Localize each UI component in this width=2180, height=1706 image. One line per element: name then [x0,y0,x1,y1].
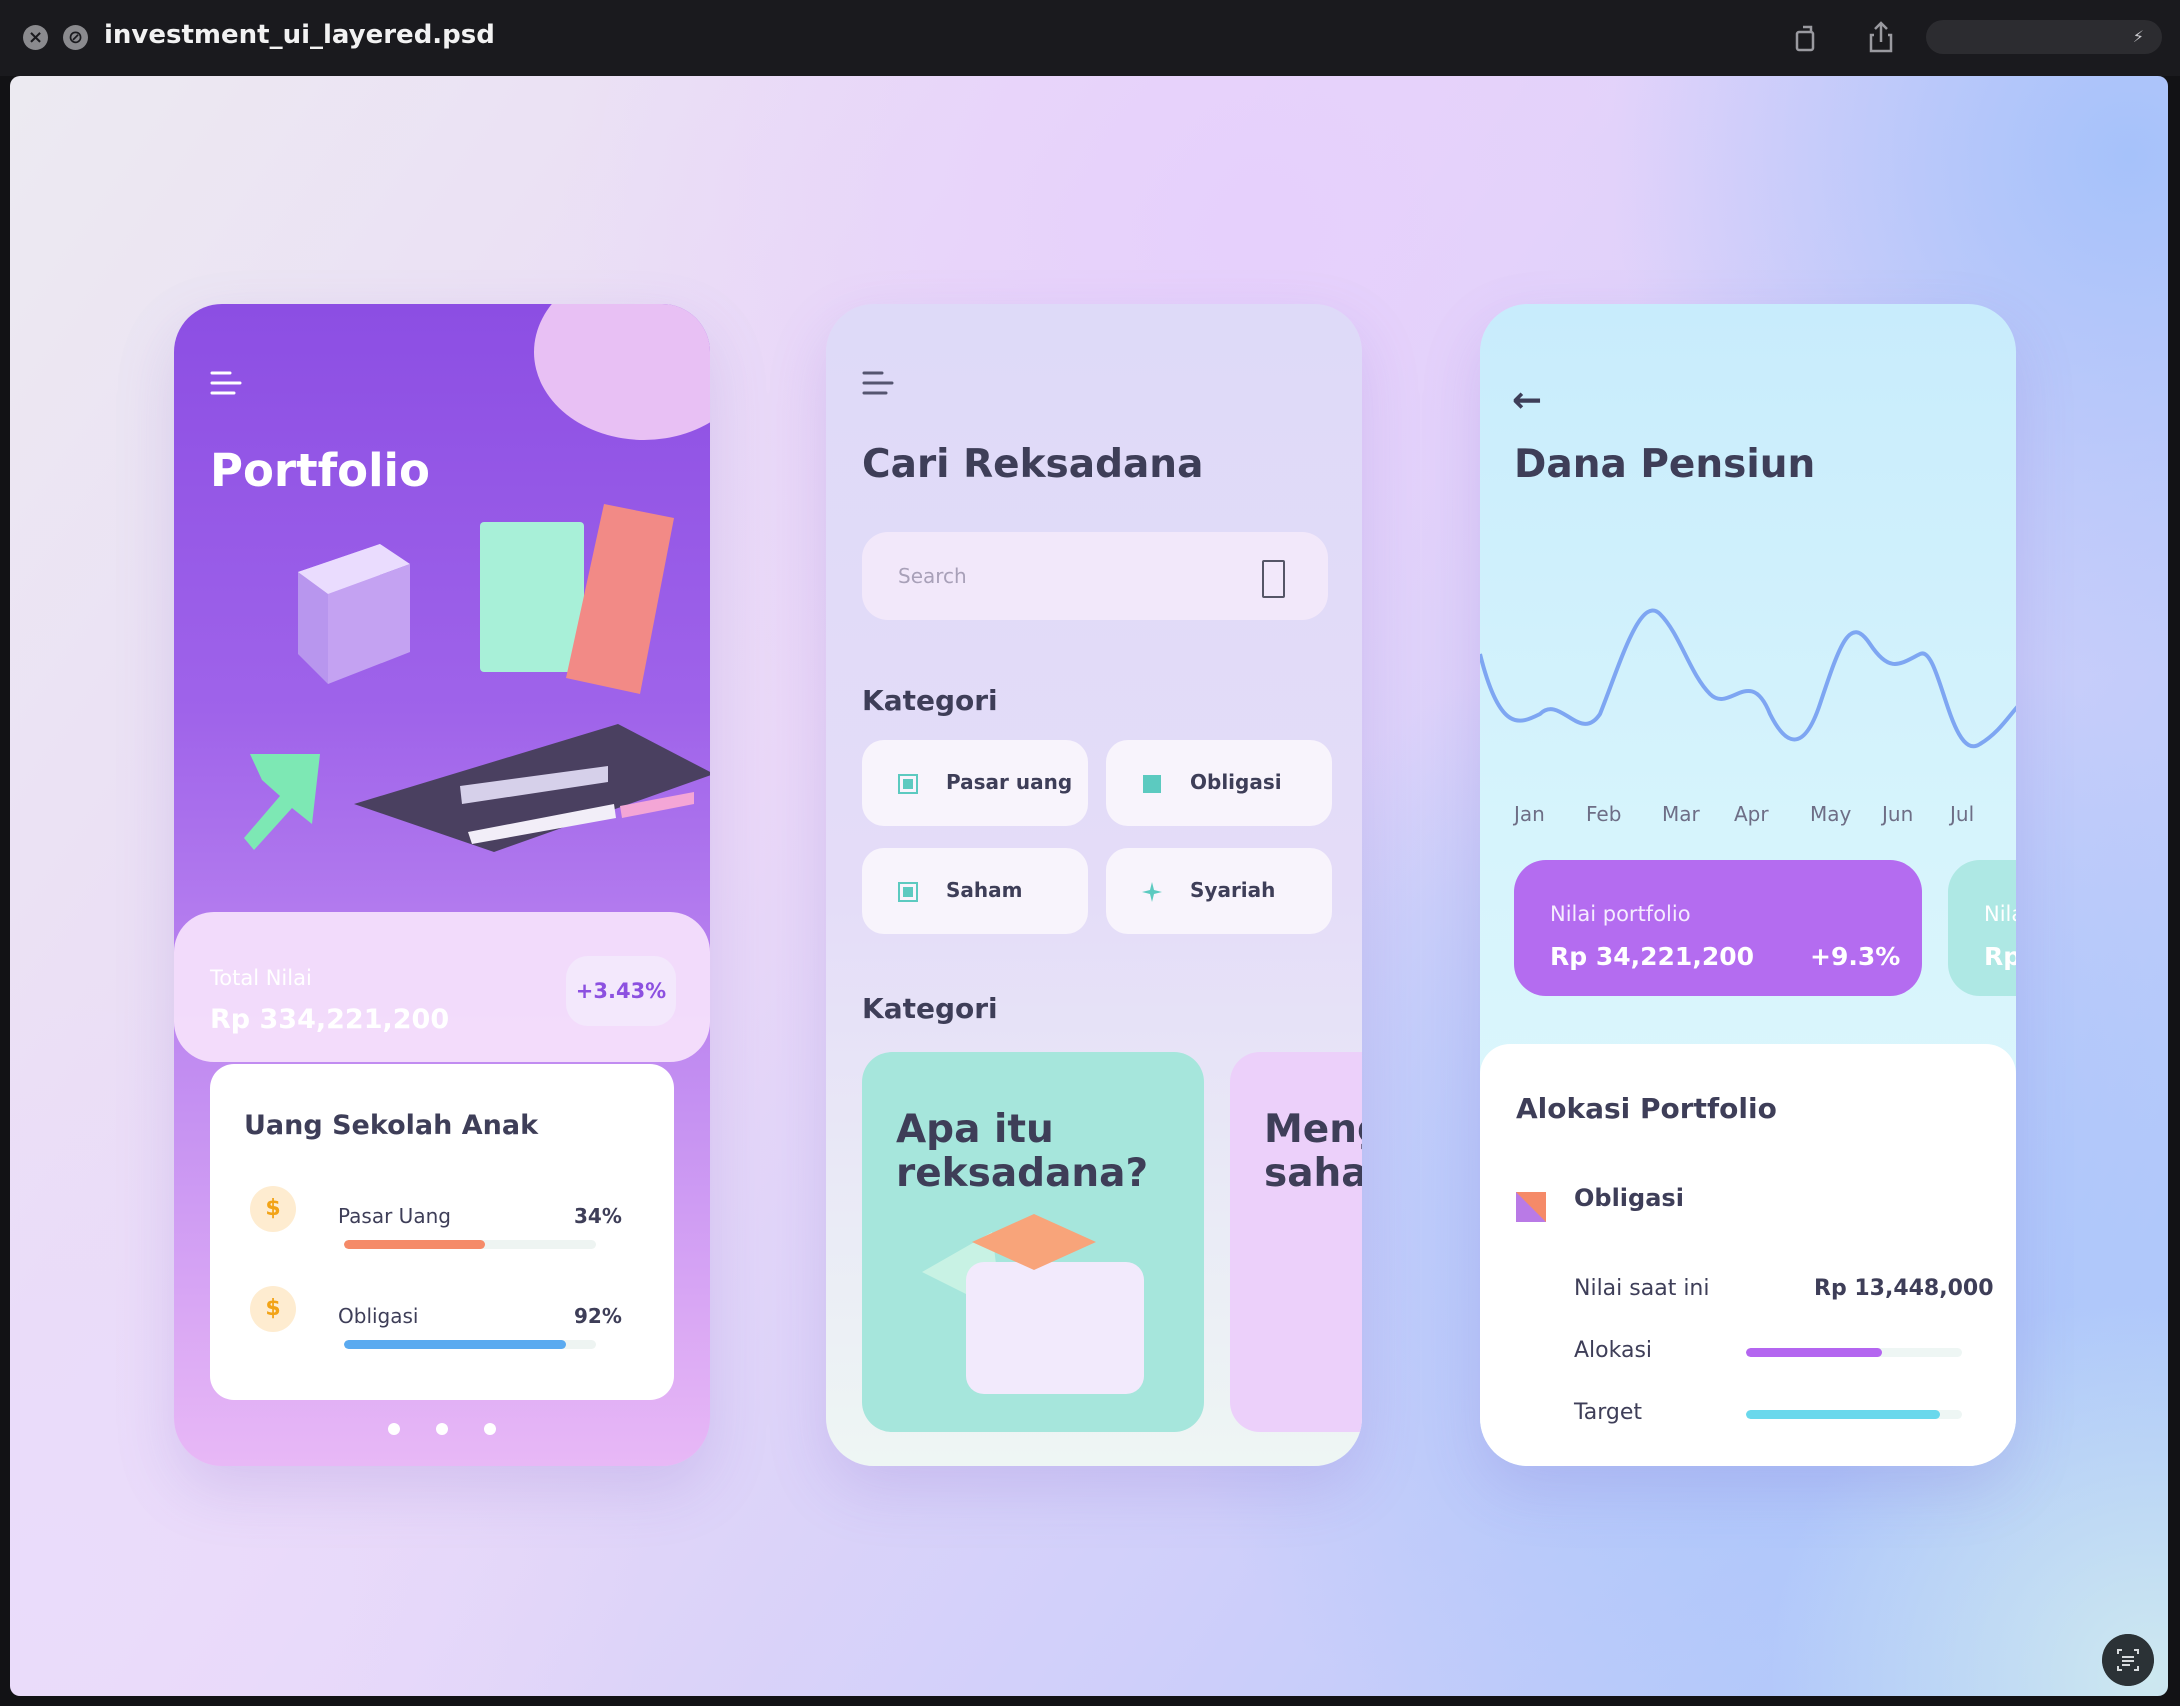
category-chip[interactable]: Obligasi [1106,740,1332,826]
month-label: Mar [1662,802,1700,826]
window-titlebar: × ⊘ investment_ui_layered.psd ⚡ [0,0,2180,76]
article-title: Mengsaha [1264,1107,1362,1196]
current-value-label: Nilai saat ini [1574,1276,1710,1301]
month-label: Jul [1950,802,1975,826]
category-label: Saham [946,878,1023,902]
performance-line-chart [1480,608,2016,749]
category-chip[interactable]: Syariah [1106,848,1332,934]
toolbar-pill[interactable]: ⚡ [1926,20,2162,54]
coin-icon: $ [250,1186,296,1232]
allocation-label: Alokasi [1574,1338,1653,1363]
category-chip[interactable]: Saham [862,848,1088,934]
goal-item-pct: 34% [574,1204,622,1228]
category-heading: Kategori [862,684,998,717]
portfolio-value-card[interactable]: Nilai portfolio Rp 34,221,200 +9.3% [1514,860,1922,996]
goal-card[interactable]: Uang Sekolah Anak $ Pasar Uang 34% $ Obl… [210,1064,674,1400]
allocation-bar [1746,1348,1962,1357]
search-input[interactable]: Search [862,532,1328,620]
window-title: investment_ui_layered.psd [104,20,495,50]
goal-item-pct: 92% [574,1304,622,1328]
asset-name: Obligasi [1574,1184,1684,1212]
square-icon [1143,775,1161,793]
search-icon[interactable] [1262,560,1285,598]
month-label: Feb [1586,802,1622,826]
target-label: Target [1574,1400,1643,1425]
page-title: Dana Pensiun [1514,442,1816,487]
total-value: Rp 334,221,200 [210,1004,450,1035]
envelope-illustration [922,1214,1144,1394]
scan-text-icon[interactable] [2102,1634,2154,1686]
pill-label: ⚡ [2132,27,2144,46]
search-placeholder: Search [898,564,967,588]
page-dot[interactable] [436,1423,448,1435]
canvas: Portfolio Total Nilai Rp 334,221,200 +3.… [10,76,2168,1696]
rotate-icon[interactable] [1785,18,1825,58]
card-label: Nilai portfolio [1550,902,1691,926]
card-value: Rp [1984,942,2016,971]
page-title: Cari Reksadana [862,442,1204,487]
close-icon[interactable]: × [23,25,48,50]
coin-icon: $ [250,1286,296,1332]
month-label: Jan [1514,802,1545,826]
article-card[interactable]: Apa itu reksadana? [862,1052,1204,1432]
page-dot[interactable] [388,1423,400,1435]
share-icon[interactable] [1861,18,1901,58]
allocation-panel: Alokasi Portfolio Obligasi Nilai saat in… [1480,1044,2016,1466]
article-card[interactable]: Mengsaha [1230,1052,1362,1432]
total-label: Total Nilai [210,966,312,990]
total-value-panel: Total Nilai Rp 334,221,200 +3.43% [174,912,710,1062]
portfolio-value-card-secondary[interactable]: Nila Rp [1948,860,2016,996]
goal-progress-fill [344,1340,566,1349]
goal-progress-fill [344,1240,486,1249]
goal-progress-track [344,1240,596,1249]
block-icon[interactable]: ⊘ [63,25,88,50]
decor-blob [534,304,710,440]
article-title: Apa itu reksadana? [896,1107,1149,1196]
menu-icon[interactable] [210,370,244,400]
card-value: Rp 34,221,200 [1550,942,1755,971]
allocation-bar-fill [1746,1348,1883,1357]
search-screen: Cari Reksadana Search Kategori Pasar uan… [826,304,1362,1466]
menu-icon[interactable] [862,370,896,400]
investment-illustration [244,504,710,852]
goal-progress-track [344,1340,596,1349]
portfolio-screen: Portfolio Total Nilai Rp 334,221,200 +3.… [174,304,710,1466]
month-label: May [1810,802,1852,826]
article-heading: Kategori [862,992,998,1025]
allocation-title: Alokasi Portfolio [1516,1092,1777,1125]
category-chip[interactable]: Pasar uang [862,740,1088,826]
current-value: Rp 13,448,000 [1814,1276,1994,1301]
square-outline-icon [898,774,918,794]
goal-item-name: Pasar Uang [338,1204,451,1228]
back-arrow-icon[interactable]: ← [1512,380,1542,421]
goal-item-name: Obligasi [338,1304,419,1328]
asset-icon [1516,1192,1546,1222]
delta-badge: +3.43% [566,956,676,1026]
target-bar-fill [1746,1410,1941,1419]
category-label: Pasar uang [946,770,1073,794]
page-dot[interactable] [484,1423,496,1435]
goal-title: Uang Sekolah Anak [244,1110,539,1141]
target-bar [1746,1410,1962,1419]
month-label: Apr [1734,802,1769,826]
star-icon [1142,882,1162,902]
pension-screen: ← Dana Pensiun Jan Feb Mar Apr May Jun J… [1480,304,2016,1466]
category-label: Obligasi [1190,770,1282,794]
page-indicator [174,1420,710,1439]
category-label: Syariah [1190,878,1276,902]
page-title: Portfolio [210,444,430,497]
month-label: Jun [1882,802,1914,826]
square-outline-icon [898,882,918,902]
card-pct: +9.3% [1810,942,1901,971]
card-label: Nila [1984,902,2016,926]
